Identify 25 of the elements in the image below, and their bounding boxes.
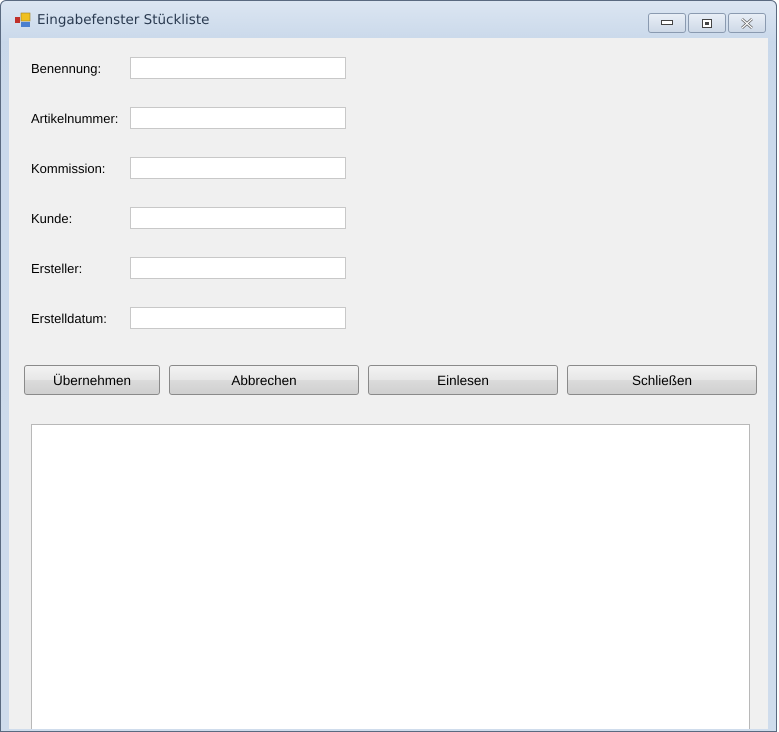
input-field[interactable] <box>130 57 346 79</box>
close-icon <box>741 18 753 28</box>
input-field[interactable] <box>130 207 346 229</box>
input-field[interactable] <box>130 257 346 279</box>
button[interactable]: Übernehmen <box>24 365 160 395</box>
field-label: Ersteller: <box>31 260 84 276</box>
input-field[interactable] <box>130 107 346 129</box>
text-area[interactable] <box>31 424 750 729</box>
button[interactable]: Einlesen <box>368 365 558 395</box>
minimize-button[interactable] <box>648 13 686 33</box>
minimize-icon <box>661 20 673 26</box>
field-label: Kunde: <box>31 210 74 226</box>
button[interactable]: Schließen <box>567 365 757 395</box>
field-label: Kommission: <box>31 160 106 176</box>
window-title: Eingabefenster Stückliste <box>37 12 210 28</box>
input-field[interactable] <box>130 157 346 179</box>
input-field[interactable] <box>130 307 346 329</box>
app-icon <box>15 12 31 28</box>
restore-icon <box>702 18 712 28</box>
maximize-button[interactable] <box>688 13 726 33</box>
close-button[interactable] <box>728 13 766 33</box>
field-label: Erstelldatum: <box>31 310 108 326</box>
field-label: Artikelnummer: <box>31 110 120 126</box>
field-label: Benennung: <box>31 60 102 76</box>
button[interactable]: Abbrechen <box>169 365 359 395</box>
